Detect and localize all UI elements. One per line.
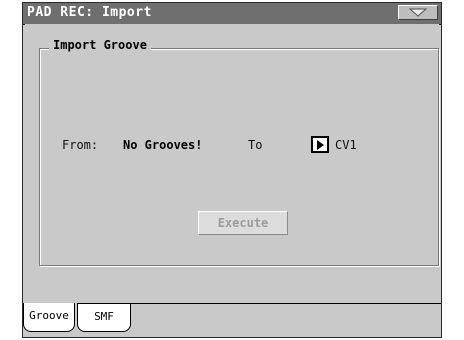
tab-divider (123, 303, 441, 304)
tab-smf[interactable]: SMF (77, 303, 131, 332)
to-selector-button[interactable] (311, 136, 329, 153)
execute-button[interactable]: Execute (198, 211, 288, 235)
from-source-value[interactable]: No Grooves! (123, 138, 202, 152)
from-label: From: (62, 138, 99, 152)
group-title: Import Groove (49, 38, 151, 52)
tab-bar: Groove SMF (23, 286, 441, 337)
to-label: To (248, 138, 263, 152)
pad-rec-import-screen: PAD REC: Import Import Groove From: No G… (22, 2, 442, 338)
menu-triangle-icon (409, 8, 427, 17)
play-triangle-icon (317, 140, 324, 150)
tab-groove[interactable]: Groove (23, 303, 75, 332)
to-destination-value[interactable]: CV1 (335, 138, 357, 152)
title-bar: PAD REC: Import (23, 3, 441, 25)
main-panel: Import Groove From: No Grooves! To CV1 E… (25, 24, 439, 286)
page-title: PAD REC: Import (27, 5, 152, 20)
page-menu-button[interactable] (398, 5, 438, 20)
